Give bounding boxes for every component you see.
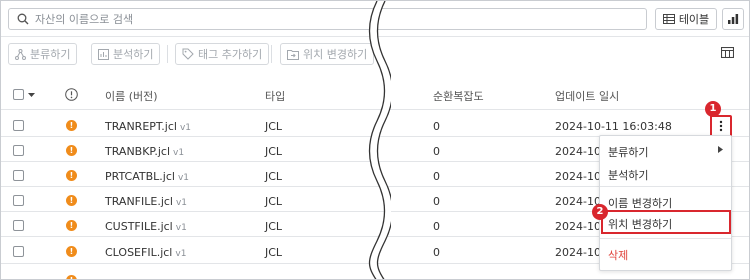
asset-name[interactable]: TRANREPT.jcl v1 bbox=[105, 120, 191, 133]
menu-item-rename[interactable]: 이름 변경하기 bbox=[608, 195, 672, 211]
table-icon bbox=[662, 14, 675, 24]
asset-type: JCL bbox=[265, 246, 283, 259]
table-view-button[interactable]: 테이블 bbox=[655, 8, 717, 30]
analyze-label: 분석하기 bbox=[113, 48, 154, 61]
asset-updated: 2024-10-11 16:03:48 bbox=[555, 120, 672, 133]
analyze-button[interactable]: 분석하기 bbox=[91, 43, 161, 65]
header-complexity[interactable]: 순환복잡도 bbox=[433, 88, 484, 104]
asset-complexity: 0 bbox=[433, 145, 440, 158]
asset-complexity: 0 bbox=[433, 246, 440, 259]
search-icon bbox=[17, 13, 29, 25]
hierarchy-icon bbox=[15, 48, 26, 60]
add-tag-label: 태그 추가하기 bbox=[198, 48, 263, 61]
asset-complexity: 0 bbox=[433, 195, 440, 208]
menu-item-move-location[interactable]: 위치 변경하기 bbox=[608, 216, 672, 232]
header-updated[interactable]: 업데이트 일시 bbox=[555, 88, 619, 104]
chart-view-button[interactable] bbox=[722, 8, 744, 30]
callout-badge: 1 bbox=[705, 101, 721, 117]
asset-complexity: 0 bbox=[433, 170, 440, 183]
callout-badge: 2 bbox=[592, 204, 608, 220]
warning-icon: ! bbox=[66, 275, 77, 279]
bar-chart-icon bbox=[728, 14, 739, 24]
classify-button[interactable]: 분류하기 bbox=[8, 43, 78, 65]
warning-icon: ! bbox=[66, 246, 77, 257]
folder-move-icon bbox=[287, 49, 299, 60]
warning-icon: ! bbox=[66, 145, 77, 156]
asset-name[interactable]: TRANFILE.jcl v1 bbox=[105, 195, 187, 208]
warning-icon: ! bbox=[66, 170, 77, 181]
row-checkbox[interactable] bbox=[13, 246, 24, 257]
select-all-checkbox[interactable] bbox=[13, 89, 24, 100]
asset-name[interactable]: PRTCATBL.jcl v1 bbox=[105, 170, 189, 183]
asset-type: JCL bbox=[265, 145, 283, 158]
asset-name[interactable]: CUSTFILE.jcl v1 bbox=[105, 220, 187, 233]
row-checkbox[interactable] bbox=[13, 170, 24, 181]
classify-label: 분류하기 bbox=[30, 48, 71, 61]
row-checkbox[interactable] bbox=[13, 120, 24, 131]
table-view-label: 테이블 bbox=[678, 13, 710, 26]
warning-icon: ! bbox=[66, 195, 77, 206]
menu-divider bbox=[600, 238, 731, 239]
asset-list-panel: 테이블 분류하기 분석하기 bbox=[0, 0, 750, 280]
header-name[interactable]: 이름 (버전) bbox=[105, 88, 158, 104]
toolbar-separator bbox=[271, 45, 272, 63]
menu-item-analyze[interactable]: 분석하기 bbox=[608, 167, 648, 183]
toolbar-separator bbox=[167, 45, 168, 63]
row-actions-button[interactable] bbox=[710, 115, 732, 137]
asset-type: JCL bbox=[265, 195, 283, 208]
search-input[interactable] bbox=[33, 11, 633, 27]
asset-type: JCL bbox=[265, 120, 283, 133]
asset-name[interactable]: CLOSEFIL.jcl v1 bbox=[105, 246, 186, 259]
row-checkbox[interactable] bbox=[13, 220, 24, 231]
analysis-icon bbox=[98, 48, 109, 60]
warning-icon: ! bbox=[66, 220, 77, 231]
asset-complexity: 0 bbox=[433, 120, 440, 133]
row-context-menu: 분류하기 분석하기 이름 변경하기 위치 변경하기 삭제 bbox=[599, 135, 732, 271]
warning-info-icon bbox=[65, 88, 78, 101]
menu-item-delete[interactable]: 삭제 bbox=[608, 247, 628, 263]
asset-complexity: 0 bbox=[433, 220, 440, 233]
row-checkbox[interactable] bbox=[13, 145, 24, 156]
menu-divider bbox=[600, 186, 731, 187]
row-checkbox[interactable] bbox=[13, 195, 24, 206]
header-type[interactable]: 타입 bbox=[265, 88, 285, 104]
chevron-right-icon bbox=[718, 146, 723, 153]
screenshot-break-icon bbox=[368, 1, 391, 279]
menu-item-classify[interactable]: 분류하기 bbox=[608, 144, 648, 160]
chevron-down-icon[interactable] bbox=[28, 93, 35, 98]
search-box[interactable] bbox=[8, 8, 647, 30]
warning-icon: ! bbox=[66, 120, 77, 131]
tag-icon bbox=[182, 48, 194, 60]
asset-name[interactable]: TRANBKP.jcl v1 bbox=[105, 145, 184, 158]
move-location-label: 위치 변경하기 bbox=[303, 48, 368, 61]
asset-type: JCL bbox=[265, 170, 283, 183]
add-tag-button[interactable]: 태그 추가하기 bbox=[175, 43, 270, 65]
column-settings-icon[interactable] bbox=[721, 47, 734, 58]
move-location-button[interactable]: 위치 변경하기 bbox=[280, 43, 375, 65]
asset-type: JCL bbox=[265, 220, 283, 233]
more-vertical-icon bbox=[719, 120, 723, 132]
